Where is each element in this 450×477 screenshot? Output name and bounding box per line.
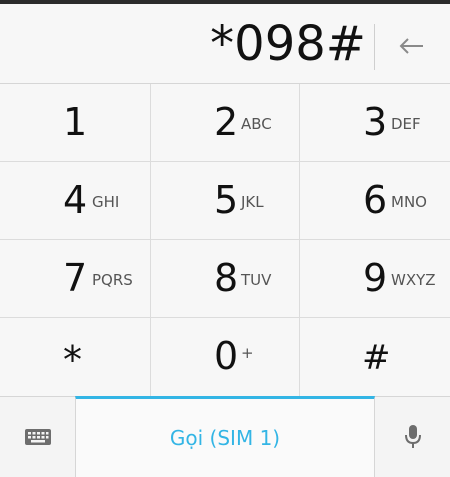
bottom-action-bar: Gọi (SIM 1) [0,396,450,477]
key-letters: ABC [241,115,272,133]
dialpad-key-3[interactable]: 3 DEF [300,84,450,162]
key-digit: 0 [214,334,239,378]
dialpad: 1 2 ABC 3 DEF 4 GHI 5 JKL 6 MNO 7 PQRS 8… [0,84,450,396]
dialpad-key-4[interactable]: 4 GHI [0,162,151,240]
keyboard-toggle-button[interactable] [0,397,75,477]
dialpad-key-1[interactable]: 1 [0,84,151,162]
backspace-button[interactable] [390,28,434,64]
call-button-label: Gọi (SIM 1) [169,426,281,450]
key-digit: 5 [214,178,239,222]
key-digit: 4 [63,178,88,222]
microphone-icon [405,425,421,448]
dialed-number[interactable]: *098# [210,18,366,70]
voice-input-button[interactable] [376,397,450,477]
key-letters: MNO [391,193,427,211]
key-digit: * [63,338,82,382]
key-letters: WXYZ [391,271,436,289]
key-digit: 3 [363,100,388,144]
key-letters: DEF [391,115,421,133]
dialpad-key-0[interactable]: 0 + [151,318,300,396]
key-letters: PQRS [92,271,133,289]
dialer-display: *098# [0,4,450,84]
key-letters: GHI [92,193,120,211]
dialpad-key-7[interactable]: 7 PQRS [0,240,151,318]
key-digit: 8 [214,256,239,300]
dialpad-key-5[interactable]: 5 JKL [151,162,300,240]
call-button[interactable]: Gọi (SIM 1) [75,396,375,477]
key-digit: # [362,338,391,378]
backspace-arrow-icon [399,38,423,54]
key-letters: + [241,344,254,362]
key-letters: TUV [241,271,272,289]
key-letters: JKL [241,193,264,211]
key-digit: 2 [214,100,239,144]
key-digit: 7 [63,256,88,300]
dialpad-key-hash[interactable]: # [300,318,450,396]
display-divider [374,24,375,70]
key-digit: 6 [363,178,388,222]
key-digit: 9 [363,256,388,300]
keyboard-icon [24,429,51,445]
dialpad-key-2[interactable]: 2 ABC [151,84,300,162]
dialpad-key-8[interactable]: 8 TUV [151,240,300,318]
dialpad-key-6[interactable]: 6 MNO [300,162,450,240]
dialpad-key-star[interactable]: * [0,318,151,396]
dialpad-key-9[interactable]: 9 WXYZ [300,240,450,318]
key-digit: 1 [63,100,88,144]
